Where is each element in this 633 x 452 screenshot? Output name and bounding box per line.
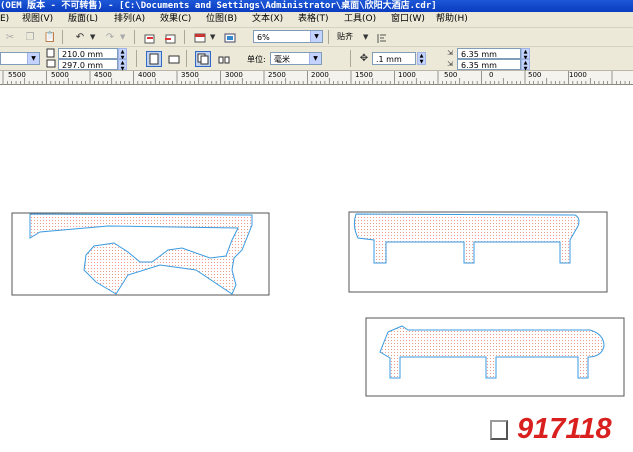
- snap-to-button[interactable]: 贴齐: [337, 31, 353, 42]
- paste-icon[interactable]: 📋: [42, 30, 58, 46]
- duplicate-y-field[interactable]: 6.35 mm: [457, 59, 521, 70]
- all-pages-icon[interactable]: [195, 51, 211, 67]
- duplicate-y-spinner[interactable]: ▲ ▼: [521, 59, 530, 72]
- separator: [328, 30, 329, 44]
- snap-dropdown-icon[interactable]: ▼: [363, 33, 368, 41]
- window-title: (OEM 版本 - 不可转售) - [C:\Documents and Sett…: [0, 1, 437, 11]
- align-icon[interactable]: [374, 30, 390, 46]
- bracket-shape-2[interactable]: [379, 325, 605, 379]
- cut-icon[interactable]: ✂: [2, 30, 18, 46]
- export-icon[interactable]: [162, 30, 178, 46]
- menu-table[interactable]: 表格(T): [298, 12, 329, 27]
- chevron-down-icon[interactable]: ▼: [310, 31, 322, 42]
- chevron-down-icon[interactable]: ▼: [27, 53, 39, 64]
- menu-tools[interactable]: 工具(O): [344, 12, 376, 27]
- undo-dropdown-icon[interactable]: ▼: [90, 33, 95, 41]
- redo-dropdown-icon[interactable]: ▼: [120, 33, 125, 41]
- current-page-icon[interactable]: [216, 51, 232, 67]
- menu-window[interactable]: 窗口(W): [391, 12, 425, 27]
- watermark-logo-icon: [490, 420, 508, 440]
- nudge-spinner[interactable]: ▲ ▼: [417, 52, 426, 65]
- menu-layout[interactable]: 版面(L): [68, 12, 98, 27]
- nudge-icon: ✥: [359, 53, 369, 64]
- drawing-canvas[interactable]: [0, 85, 633, 452]
- separator: [62, 30, 63, 44]
- property-bar: ▼ 210.0 mm ▲ ▼ 297.0 mm ▲ ▼ 单位: 毫米 ▼ ✥ .1 …: [0, 47, 633, 72]
- page-height-field[interactable]: 297.0 mm: [58, 59, 118, 70]
- nudge-field[interactable]: .1 mm: [372, 52, 416, 65]
- paper-type-select[interactable]: ▼: [0, 52, 40, 65]
- import-icon[interactable]: [142, 30, 158, 46]
- page-height-icon: [43, 58, 59, 70]
- chevron-down-icon[interactable]: ▼: [309, 53, 321, 64]
- title-bar: (OEM 版本 - 不可转售) - [C:\Documents and Sett…: [0, 0, 633, 12]
- duplicate-y-icon: ⇲: [447, 60, 453, 68]
- zoom-select[interactable]: 6% ▼: [253, 30, 323, 43]
- standard-toolbar: ✂ ❐ 📋 ↶ ▼ ↷ ▼ ▼ 6% ▼ 贴齐 ▼: [0, 28, 633, 47]
- undo-icon[interactable]: ↶: [72, 30, 88, 46]
- duplicate-x-spinner[interactable]: ▲ ▼: [521, 48, 530, 61]
- redo-icon[interactable]: ↷: [102, 30, 118, 46]
- bracket-shape-1[interactable]: [353, 213, 580, 264]
- menu-edit[interactable]: E): [0, 12, 9, 27]
- watermark-text: 917118: [517, 413, 612, 445]
- chinese-character-shape[interactable]: [29, 213, 253, 295]
- horizontal-ruler[interactable]: 5500 5000 4500 4000 3500 3000 2500 2000 …: [0, 71, 633, 85]
- menu-view[interactable]: 视图(V): [22, 12, 53, 27]
- separator: [350, 50, 351, 67]
- separator: [186, 50, 187, 67]
- drawing-svg: [11, 211, 625, 397]
- separator: [184, 30, 185, 44]
- zoom-value: 6%: [257, 33, 270, 42]
- menu-text[interactable]: 文本(X): [252, 12, 283, 27]
- separator: [136, 50, 137, 67]
- copy-icon[interactable]: ❐: [22, 30, 38, 46]
- menu-help[interactable]: 帮助(H): [436, 12, 468, 27]
- menu-bar: E) 视图(V) 版面(L) 排列(A) 效果(C) 位图(B) 文本(X) 表…: [0, 12, 633, 28]
- menu-bitmaps[interactable]: 位图(B): [206, 12, 237, 27]
- duplicate-x-field[interactable]: 6.35 mm: [457, 48, 521, 59]
- units-label: 单位:: [247, 55, 266, 64]
- launcher-dropdown-icon[interactable]: ▼: [210, 33, 215, 41]
- application-launcher-icon[interactable]: [192, 30, 208, 46]
- menu-effects[interactable]: 效果(C): [160, 12, 191, 27]
- height-spinner[interactable]: ▲ ▼: [118, 59, 127, 72]
- width-spinner[interactable]: ▲ ▼: [118, 48, 127, 61]
- separator: [134, 30, 135, 44]
- welcome-screen-icon[interactable]: [222, 30, 238, 46]
- page-width-field[interactable]: 210.0 mm: [58, 48, 118, 59]
- ruler-ticks: [2, 71, 630, 84]
- landscape-icon[interactable]: [166, 51, 182, 67]
- portrait-icon[interactable]: [146, 51, 162, 67]
- menu-arrange[interactable]: 排列(A): [114, 12, 145, 27]
- units-select[interactable]: 毫米 ▼: [270, 52, 322, 65]
